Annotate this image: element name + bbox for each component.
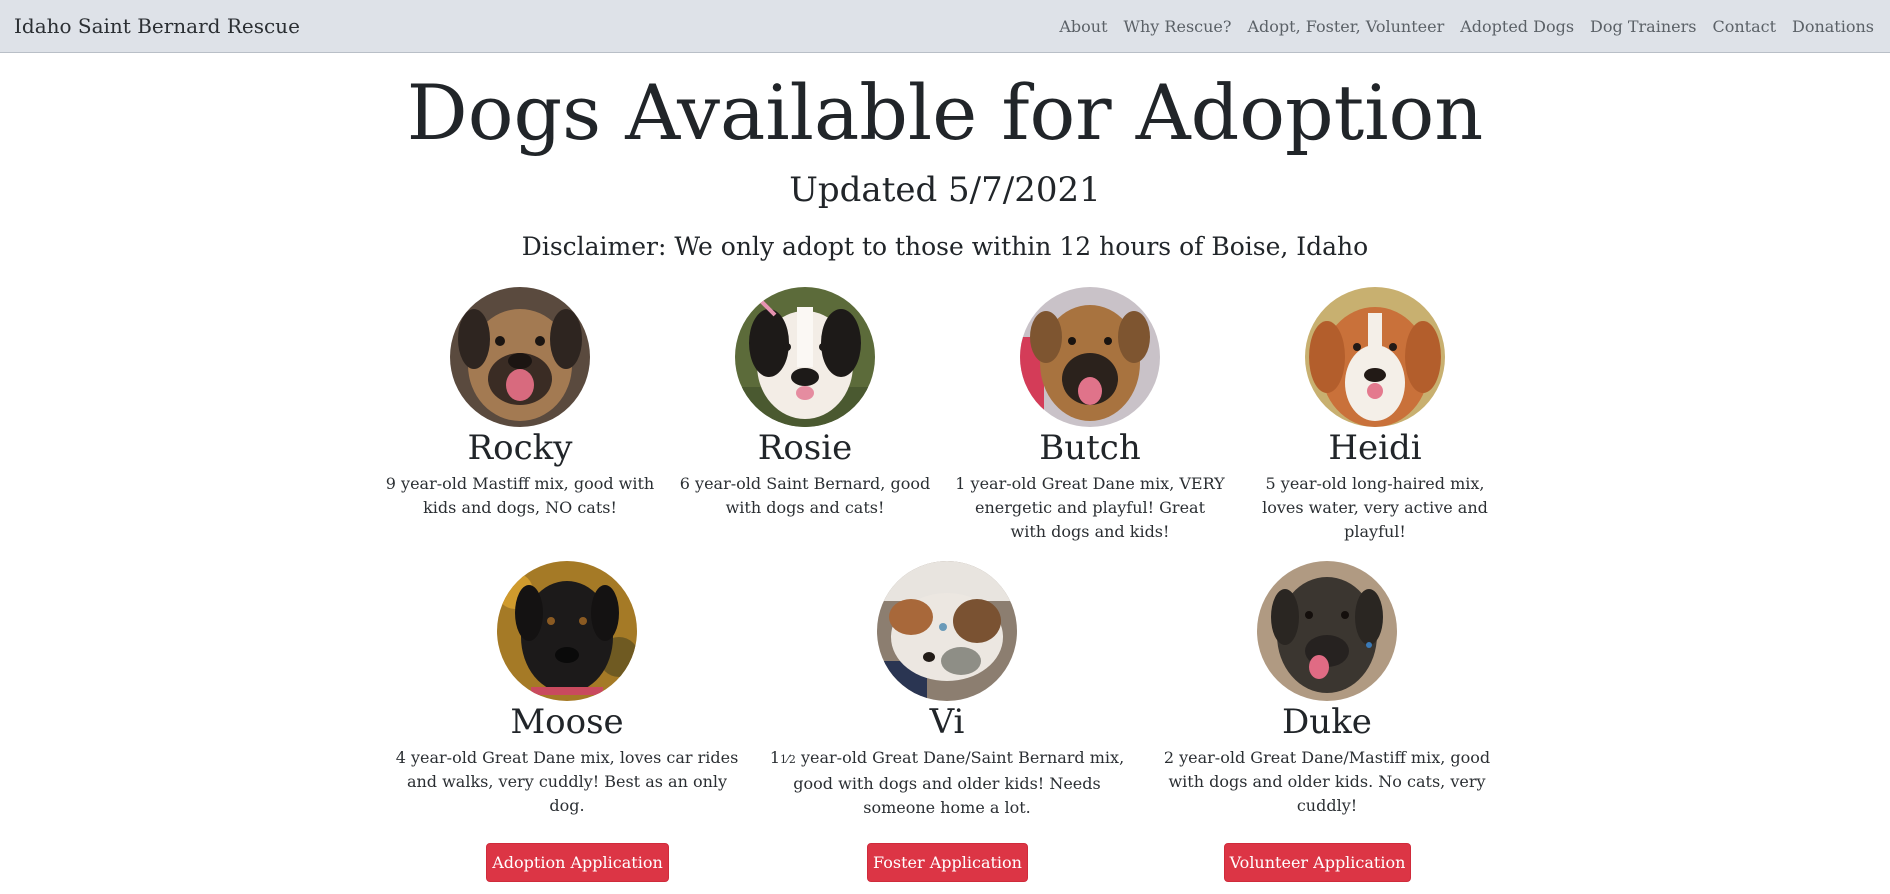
nav-adopted-dogs[interactable]: Adopted Dogs — [1452, 17, 1582, 36]
heidi-photo — [1305, 287, 1445, 427]
dog-name: Heidi — [1328, 428, 1422, 468]
dog-name: Moose — [510, 702, 624, 742]
butch-photo — [1020, 287, 1160, 427]
dog-name: Vi — [929, 702, 965, 742]
dog-name: Rosie — [757, 428, 853, 468]
foster-application-button[interactable]: Foster Application — [867, 843, 1028, 882]
nav-adopt-foster-volunteer[interactable]: Adopt, Foster, Volunteer — [1239, 17, 1452, 36]
dog-card-heidi: Heidi 5 year-old long-haired mix, loves … — [1245, 287, 1505, 544]
navbar: Idaho Saint Bernard Rescue About Why Res… — [0, 0, 1890, 53]
volunteer-application-button[interactable]: Volunteer Application — [1224, 843, 1411, 882]
page-title: Dogs Available for Adoption — [406, 68, 1484, 157]
dog-description: 9 year-old Mastiff mix, good with kids a… — [385, 474, 655, 517]
vi-photo — [877, 561, 1017, 701]
rosie-photo — [735, 287, 875, 427]
disclaimer: Disclaimer: We only adopt to those withi… — [521, 232, 1369, 261]
dog-card-butch: Butch 1 year-old Great Dane mix, VERY en… — [955, 287, 1225, 544]
dog-description: 5 year-old long-haired mix, loves water,… — [1262, 474, 1488, 541]
dog-description: 4 year-old Great Dane mix, loves car rid… — [395, 748, 739, 815]
duke-photo — [1257, 561, 1397, 701]
dog-name: Duke — [1282, 702, 1372, 742]
nav-links: About Why Rescue? Adopt, Foster, Volunte… — [1051, 17, 1876, 36]
dog-card-moose: Moose 4 year-old Great Dane mix, loves c… — [387, 561, 747, 818]
dog-card-duke: Duke 2 year-old Great Dane/Mastiff mix, … — [1147, 561, 1507, 818]
dog-description: 2 year-old Great Dane/Mastiff mix, good … — [1163, 748, 1491, 815]
dog-name: Butch — [1039, 428, 1141, 468]
nav-about[interactable]: About — [1051, 17, 1115, 36]
dog-card-rocky: Rocky 9 year-old Mastiff mix, good with … — [385, 287, 655, 520]
brand-link[interactable]: Idaho Saint Bernard Rescue — [14, 14, 300, 38]
adoption-application-button[interactable]: Adoption Application — [486, 843, 669, 882]
nav-contact[interactable]: Contact — [1704, 17, 1784, 36]
nav-donations[interactable]: Donations — [1784, 17, 1876, 36]
dog-name: Rocky — [467, 428, 573, 468]
age-fraction: 1⁄2 — [780, 753, 796, 766]
description-text: year-old Great Dane/Saint Bernard mix, g… — [793, 748, 1125, 817]
dog-card-rosie: Rosie 6 year-old Saint Bernard, good wit… — [675, 287, 935, 520]
moose-photo — [497, 561, 637, 701]
dog-description: 11⁄2 year-old Great Dane/Saint Bernard m… — [767, 746, 1127, 820]
nav-why-rescue[interactable]: Why Rescue? — [1116, 17, 1240, 36]
dog-description: 6 year-old Saint Bernard, good with dogs… — [679, 474, 931, 517]
dog-description: 1 year-old Great Dane mix, VERY energeti… — [955, 474, 1225, 541]
age-whole: 1 — [769, 748, 781, 767]
rocky-photo — [450, 287, 590, 427]
updated-date: Updated 5/7/2021 — [789, 170, 1101, 210]
dog-card-vi: Vi 11⁄2 year-old Great Dane/Saint Bernar… — [767, 561, 1127, 820]
nav-dog-trainers[interactable]: Dog Trainers — [1582, 17, 1704, 36]
